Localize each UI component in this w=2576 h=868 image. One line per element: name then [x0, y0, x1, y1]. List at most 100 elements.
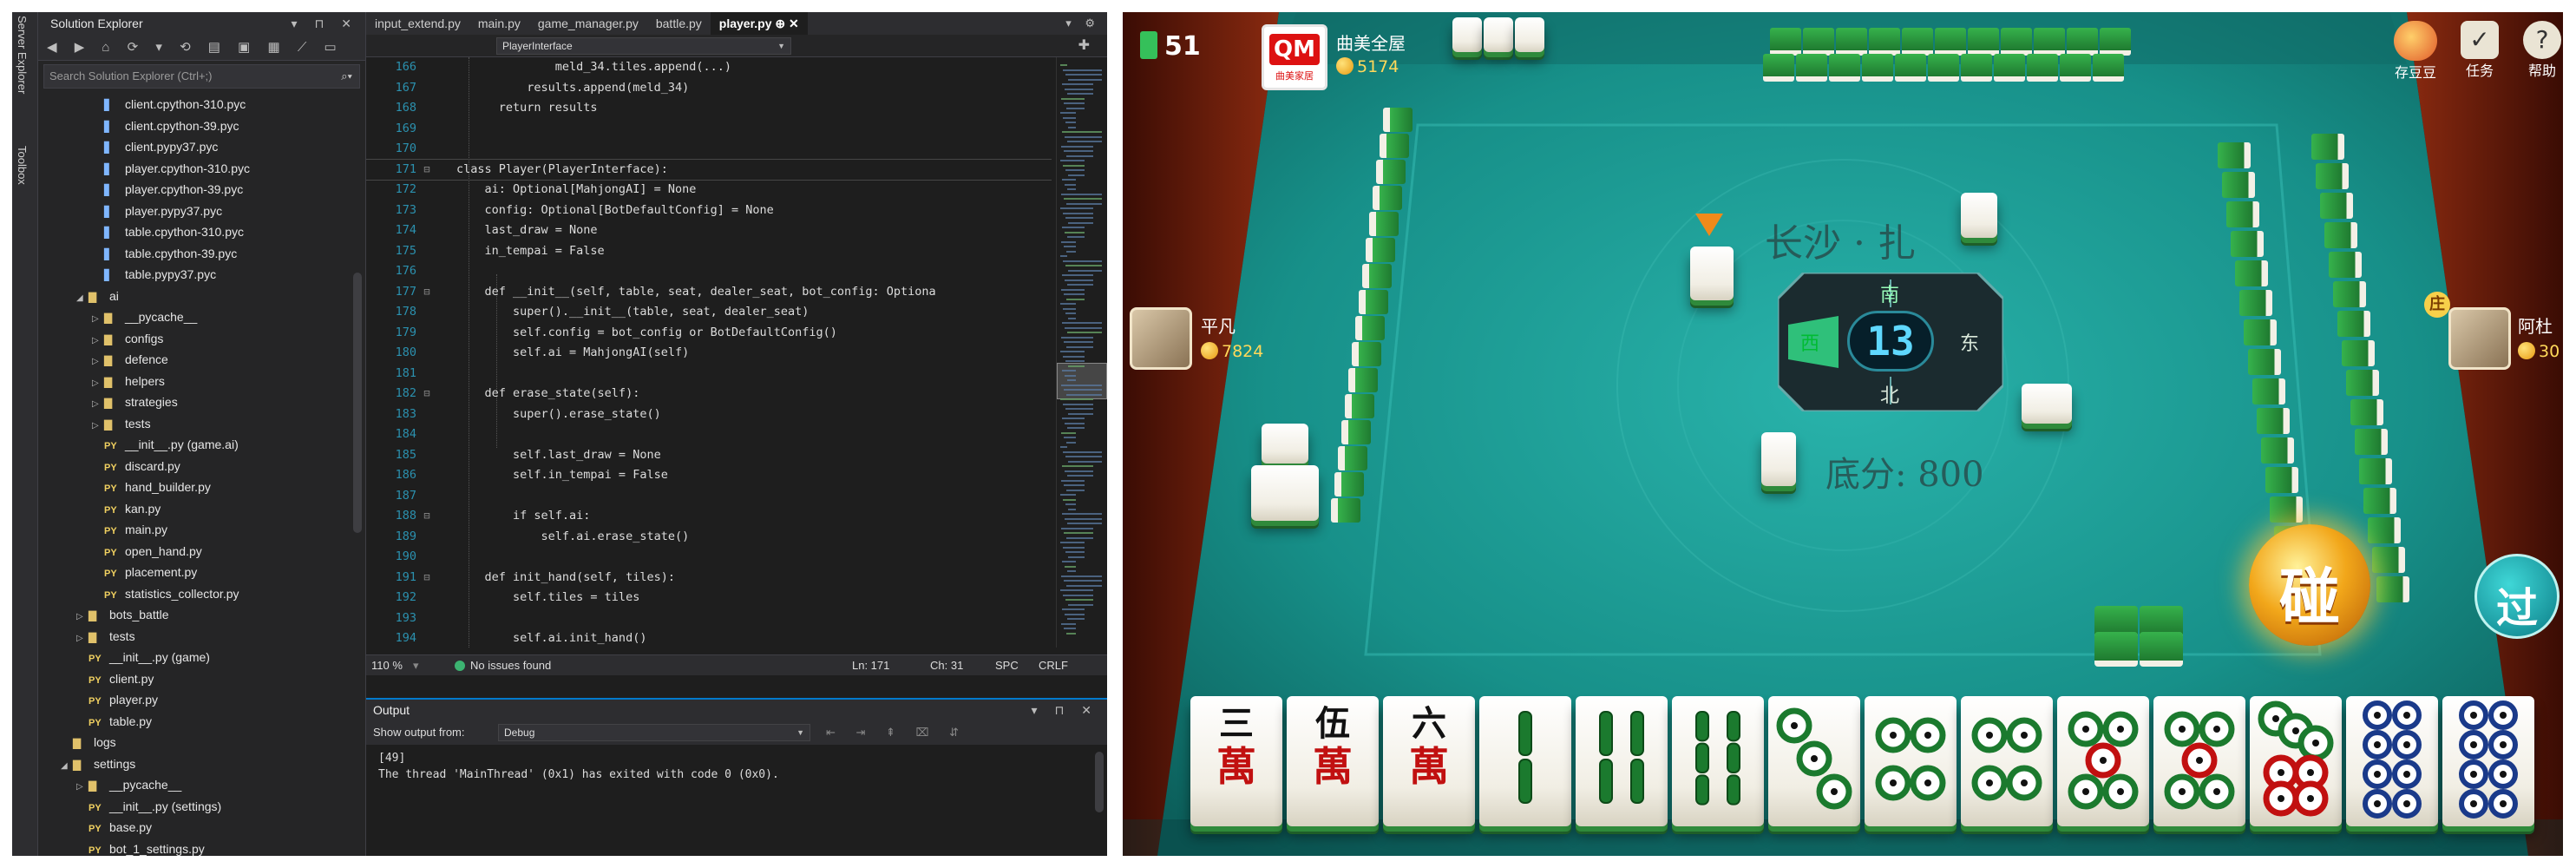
save-beans-button[interactable]: 存豆豆	[2389, 21, 2442, 82]
hand-tile[interactable]: 六萬	[1383, 696, 1475, 826]
tree-item[interactable]: PY base.py	[38, 817, 351, 838]
code-line[interactable]: 180 self.ai = MahjongAI(self)	[366, 343, 1052, 364]
tree-item[interactable]: PY main.py	[38, 519, 351, 541]
tree-item[interactable]: ▋ client.cpython-39.pyc	[38, 115, 351, 137]
code-line[interactable]: 173 config: Optional[BotDefaultConfig] =…	[366, 201, 1052, 221]
code-line[interactable]: 176	[366, 261, 1052, 282]
hand-tile[interactable]	[2250, 696, 2342, 826]
tree-item[interactable]: PY hand_builder.py	[38, 477, 351, 498]
tree-item[interactable]: ▋ table.cpython-39.pyc	[38, 243, 351, 265]
code-line[interactable]: 171 ⊟ class Player(PlayerInterface):	[366, 158, 1052, 181]
tree-item[interactable]: ▋ client.cpython-310.pyc	[38, 94, 351, 115]
code-line[interactable]: 181	[366, 364, 1052, 385]
code-line[interactable]: 168 return results	[366, 98, 1052, 119]
solution-search-input[interactable]: Search Solution Explorer (Ctrl+;) ⌕▾	[43, 64, 360, 89]
close-tab-icon[interactable]: ⊕ ✕	[772, 16, 798, 30]
hand-tile[interactable]	[2153, 696, 2245, 826]
output-source-select[interactable]: Debug ▼	[498, 724, 810, 741]
code-line[interactable]: 172 ai: Optional[MahjongAI] = None	[366, 180, 1052, 201]
hand-tile[interactable]	[1961, 696, 2053, 826]
tree-item[interactable]: ▷ ▇ __pycache__	[38, 774, 351, 796]
hand-tile[interactable]: 三萬	[1190, 696, 1282, 826]
fold-toggle-icon[interactable]: ⊟	[420, 160, 434, 181]
hand-tile[interactable]: 伍萬	[1287, 696, 1379, 826]
tree-item[interactable]: PY client.py	[38, 668, 351, 690]
tree-item[interactable]: ▷ ▇ tests	[38, 626, 351, 648]
code-line[interactable]: 194 self.ai.init_hand()	[366, 628, 1052, 648]
code-line[interactable]: 191 ⊟ def init_hand(self, tiles):	[366, 568, 1052, 589]
zoom-level[interactable]: 110 %	[371, 655, 403, 676]
tree-item[interactable]: PY kan.py	[38, 498, 351, 520]
code-line[interactable]: 174 last_draw = None	[366, 220, 1052, 241]
left-player-avatar[interactable]	[1130, 307, 1192, 370]
code-line[interactable]: 192 self.tiles = tiles	[366, 588, 1052, 608]
zoom-dropdown-icon[interactable]: ▾	[413, 655, 419, 676]
code-line[interactable]: 190	[366, 547, 1052, 568]
tab-player-py[interactable]: player.py ⊕ ✕	[710, 12, 808, 35]
hand-tile[interactable]	[1576, 696, 1668, 826]
code-line[interactable]: 169	[366, 119, 1052, 140]
tree-item[interactable]: ▇ logs	[38, 732, 351, 753]
tree-item[interactable]: ▷ ▇ helpers	[38, 371, 351, 392]
tree-item[interactable]: ◢ ▇ settings	[38, 753, 351, 775]
code-line[interactable]: 187	[366, 486, 1052, 507]
tab-input-extend-py[interactable]: input_extend.py	[366, 12, 469, 35]
output-scrollbar[interactable]	[1095, 752, 1104, 812]
search-icon[interactable]: ⌕▾	[341, 65, 352, 88]
tab-overflow-icons[interactable]: ▾ ⚙	[1065, 12, 1100, 35]
hand-tile[interactable]	[2442, 696, 2534, 826]
tree-item[interactable]: ▋ player.cpython-310.pyc	[38, 158, 351, 180]
code-line[interactable]: 177 ⊟ def __init__(self, table, seat, dea…	[366, 282, 1052, 303]
pong-button[interactable]: 碰	[2249, 524, 2370, 646]
fold-toggle-icon[interactable]: ⊟	[420, 568, 434, 589]
solution-explorer-toolbar[interactable]: ◀ ▶ ⌂ ⟳ ▾ ⟲ ▤ ▣ ▦ ⟋ ▭	[38, 35, 365, 61]
tree-item[interactable]: PY __init__.py (settings)	[38, 796, 351, 818]
tree-item[interactable]: PY placement.py	[38, 562, 351, 583]
pass-button[interactable]: 过	[2474, 554, 2560, 639]
toolbox-tab[interactable]: Toolbox	[16, 146, 29, 185]
fold-toggle-icon[interactable]: ⊟	[420, 506, 434, 527]
tree-item[interactable]: PY player.py	[38, 689, 351, 711]
hand-tile[interactable]	[2057, 696, 2149, 826]
code-line[interactable]: 182 ⊟ def erase_state(self):	[366, 384, 1052, 404]
code-line[interactable]: 193	[366, 608, 1052, 629]
tree-item[interactable]: ▷ ▇ tests	[38, 413, 351, 435]
server-explorer-tab[interactable]: Server Explorer	[16, 16, 29, 94]
code-line[interactable]: 178 super().__init__(table, seat, dealer…	[366, 302, 1052, 323]
hand-tile[interactable]	[2346, 696, 2438, 826]
tree-item[interactable]: PY statistics_collector.py	[38, 583, 351, 605]
task-button[interactable]: ✓ 任务	[2454, 21, 2506, 80]
fold-toggle-icon[interactable]: ⊟	[420, 282, 434, 303]
tree-item[interactable]: ▷ ▇ configs	[38, 328, 351, 350]
tree-item[interactable]: ▋ player.cpython-39.pyc	[38, 179, 351, 201]
panel-controls-icons[interactable]: ▾ ⊓ ✕	[292, 12, 358, 35]
panel-controls-icons[interactable]: ▾ ⊓ ✕	[1032, 700, 1098, 720]
tree-item[interactable]: ▷ ▇ __pycache__	[38, 306, 351, 328]
code-line[interactable]: 166 meld_34.tiles.append(...)	[366, 57, 1052, 78]
solution-scrollbar[interactable]	[353, 273, 362, 533]
fold-toggle-icon[interactable]: ⊟	[420, 384, 434, 404]
tree-item[interactable]: PY discard.py	[38, 456, 351, 477]
tree-item[interactable]: ▋ table.pypy37.pyc	[38, 264, 351, 286]
tab-game-manager-py[interactable]: game_manager.py	[529, 12, 647, 35]
output-toolbar-icons[interactable]: ⇤ ⇥ ⇞ ⌧ ⇵	[826, 720, 967, 745]
code-line[interactable]: 185 self.last_draw = None	[366, 445, 1052, 466]
tree-item[interactable]: PY __init__.py (game.ai)	[38, 434, 351, 456]
right-player-avatar[interactable]	[2448, 307, 2511, 370]
split-icon[interactable]: ✚	[1078, 36, 1090, 54]
tree-item[interactable]: PY __init__.py (game)	[38, 647, 351, 668]
code-line[interactable]: 188 ⊟ if self.ai:	[366, 506, 1052, 527]
hand-tile[interactable]	[1768, 696, 1860, 826]
tree-item[interactable]: ▋ client.pypy37.pyc	[38, 136, 351, 158]
code-line[interactable]: 170	[366, 139, 1052, 160]
tree-item[interactable]: ▷ ▇ bots_battle	[38, 604, 351, 626]
hand-tile[interactable]	[1865, 696, 1957, 826]
code-line[interactable]: 167 results.append(meld_34)	[366, 78, 1052, 99]
hand-tile[interactable]	[1672, 696, 1764, 826]
tree-item[interactable]: ◢ ▇ ai	[38, 286, 351, 307]
tree-item[interactable]: ▷ ▇ strategies	[38, 391, 351, 413]
hand-tile[interactable]	[1479, 696, 1571, 826]
code-line[interactable]: 186 self.in_tempai = False	[366, 465, 1052, 486]
tree-item[interactable]: PY bot_1_settings.py	[38, 838, 351, 857]
code-line[interactable]: 184	[366, 424, 1052, 445]
